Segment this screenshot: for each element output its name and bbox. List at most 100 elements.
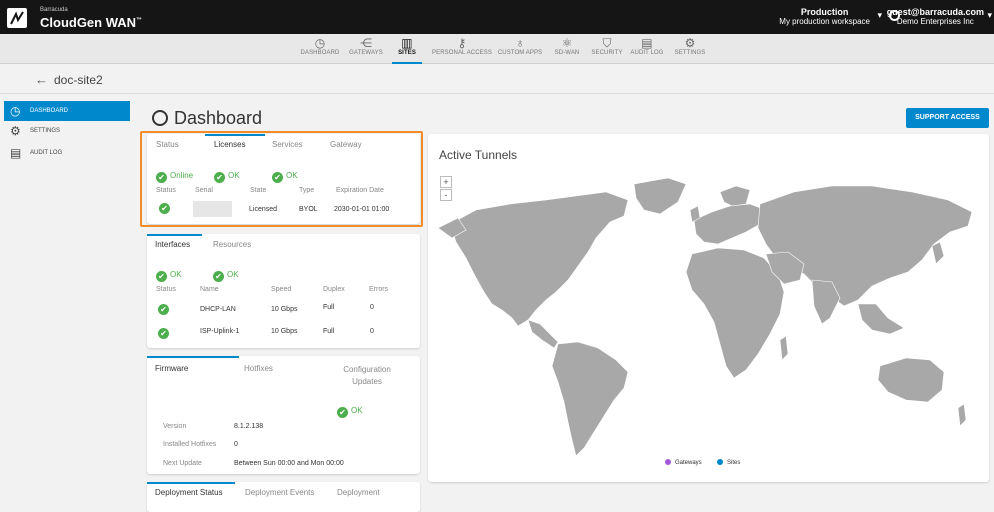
workspace-selector[interactable]: Production My production workspace: [779, 7, 870, 27]
status-value: OK: [170, 270, 182, 279]
col-header-status: Status: [156, 286, 176, 293]
nav-audit-log[interactable]: ▤ AUDIT LOG: [630, 34, 664, 64]
nav-label: SITES: [398, 50, 416, 56]
interface-errors: 0: [370, 304, 374, 311]
tab-underline: [147, 482, 235, 484]
legend-sites[interactable]: Sites: [717, 459, 740, 466]
user-email: guest@barracuda.com: [886, 7, 984, 17]
sidebar-item-label: AUDIT LOG: [30, 150, 63, 156]
check-icon: ✔: [158, 328, 169, 339]
network-icon: ⋲: [359, 36, 373, 50]
app-icon: ♁: [515, 36, 525, 50]
nav-personal-access[interactable]: ⚷ PERSONAL ACCESS: [430, 34, 494, 64]
user-key-icon: ⚷: [457, 36, 467, 50]
sidebar-item-dashboard[interactable]: ◷ DASHBOARD: [4, 101, 130, 121]
nav-gateways[interactable]: ⋲ GATEWAYS: [346, 34, 386, 64]
tab-underline: [147, 356, 239, 358]
log-icon: ▤: [10, 146, 22, 160]
status-interfaces: ✔ OK: [156, 264, 182, 282]
central-america: [527, 319, 559, 349]
australia: [877, 357, 945, 403]
sidebar-item-audit-log[interactable]: ▤ AUDIT LOG: [4, 143, 130, 163]
tab-configuration-updates[interactable]: Configuration Updates: [337, 364, 397, 388]
legend-gateways[interactable]: Gateways: [665, 459, 702, 466]
gear-icon: ⚙: [684, 36, 696, 50]
interface-duplex: Full: [323, 328, 335, 335]
nav-settings[interactable]: ⚙ SETTINGS: [672, 34, 708, 64]
gateways-dot: [665, 459, 671, 465]
sidebar: ◷ DASHBOARD ⚙ SETTINGS ▤ AUDIT LOG: [0, 94, 132, 495]
field-label: Installed Hotfixes: [163, 441, 217, 448]
new-zealand: [957, 403, 967, 427]
field-label: Version: [163, 423, 187, 430]
main-nav: ◷ DASHBOARD ⋲ GATEWAYS ▥ SITES ⚷ PERSONA…: [0, 34, 994, 64]
nav-label: SD-WAN: [554, 50, 580, 56]
check-icon: ✔: [337, 407, 348, 418]
back-arrow-icon[interactable]: ←: [35, 72, 48, 87]
interface-name: DHCP-LAN: [200, 306, 236, 313]
check-icon: ✔: [156, 271, 167, 282]
highlight-frame: [140, 131, 423, 227]
app-name: CloudGen WAN™: [40, 15, 142, 30]
status-value: OK: [227, 270, 239, 279]
shield-icon: ⛉: [602, 36, 612, 50]
check-icon: ✔: [213, 271, 224, 282]
user-menu[interactable]: guest@barracuda.com Demo Enterprises Inc: [887, 7, 984, 27]
installed-hotfixes: 0: [234, 441, 238, 448]
tab-deployment-status[interactable]: Deployment Status: [155, 488, 223, 497]
tab-resources[interactable]: Resources: [213, 240, 251, 249]
sidebar-item-label: SETTINGS: [30, 128, 61, 134]
world-map[interactable]: [428, 134, 989, 482]
nav-sd-wan[interactable]: ⚛ SD-WAN: [550, 34, 584, 64]
nav-security[interactable]: ⛉ SECURITY: [590, 34, 624, 64]
sidebar-item-settings[interactable]: ⚙ SETTINGS: [4, 121, 130, 141]
interfaces-card: Interfaces Resources ✔ OK ✔ OK Status Name…: [147, 234, 420, 348]
europe: [693, 203, 767, 245]
status-resources: ✔ OK: [213, 264, 239, 282]
gauge-icon: [152, 110, 168, 126]
interface-errors: 0: [370, 328, 374, 335]
legend-label: Gateways: [675, 460, 702, 466]
tab-deployment-events[interactable]: Deployment Events: [245, 488, 314, 497]
scandinavia: [719, 185, 751, 207]
tab-interfaces[interactable]: Interfaces: [155, 240, 190, 249]
barracuda-logo-icon[interactable]: [7, 8, 27, 28]
deployment-card: Deployment Status Deployment Events Depl…: [147, 482, 420, 512]
col-header-errors: Errors: [369, 286, 389, 293]
trademark: ™: [136, 17, 143, 24]
tab-firmware[interactable]: Firmware: [155, 364, 188, 373]
tab-underline: [147, 234, 202, 236]
gauge-icon: ◷: [314, 36, 326, 50]
workspace-title: Production: [800, 7, 849, 17]
sites-dot: [717, 459, 723, 465]
support-access-button[interactable]: SUPPORT ACCESS: [906, 108, 989, 128]
firmware-card: Firmware Hotfixes Configuration Updates …: [147, 356, 420, 474]
north-america: [449, 191, 629, 327]
log-icon: ▤: [641, 36, 653, 50]
workspace-subtitle: My production workspace: [779, 17, 870, 26]
interface-speed: 10 Gbps: [271, 306, 298, 313]
southeast-asia: [857, 303, 905, 335]
status-configuration: ✔ OK: [337, 400, 363, 418]
col-header-duplex: Duplex: [323, 286, 345, 293]
nav-label: AUDIT LOG: [630, 50, 664, 56]
nav-sites[interactable]: ▥ SITES: [392, 34, 422, 64]
tab-hotfixes[interactable]: Hotfixes: [244, 364, 273, 373]
chevron-down-icon[interactable]: ▾: [987, 10, 992, 21]
active-tunnels-card: Active Tunnels + - Gateways Sites: [428, 134, 989, 482]
check-icon: ✔: [158, 304, 169, 315]
app-name-text: CloudGen WAN: [40, 15, 137, 30]
col-header-name: Name: [200, 286, 219, 293]
nav-label: PERSONAL ACCESS: [432, 50, 492, 56]
gear-icon: ⚙: [10, 124, 21, 138]
nav-label: CUSTOM APPS: [497, 50, 543, 56]
page-title-text: Dashboard: [174, 108, 263, 128]
nav-custom-apps[interactable]: ♁ CUSTOM APPS: [496, 34, 544, 64]
nav-dashboard[interactable]: ◷ DASHBOARD: [298, 34, 342, 64]
chevron-down-icon[interactable]: ▾: [877, 10, 882, 21]
south-america: [551, 341, 629, 457]
tab-deployment[interactable]: Deployment: [337, 488, 380, 497]
breadcrumb: ← doc-site2: [0, 64, 994, 94]
africa: [685, 247, 785, 379]
greenland: [633, 177, 687, 215]
